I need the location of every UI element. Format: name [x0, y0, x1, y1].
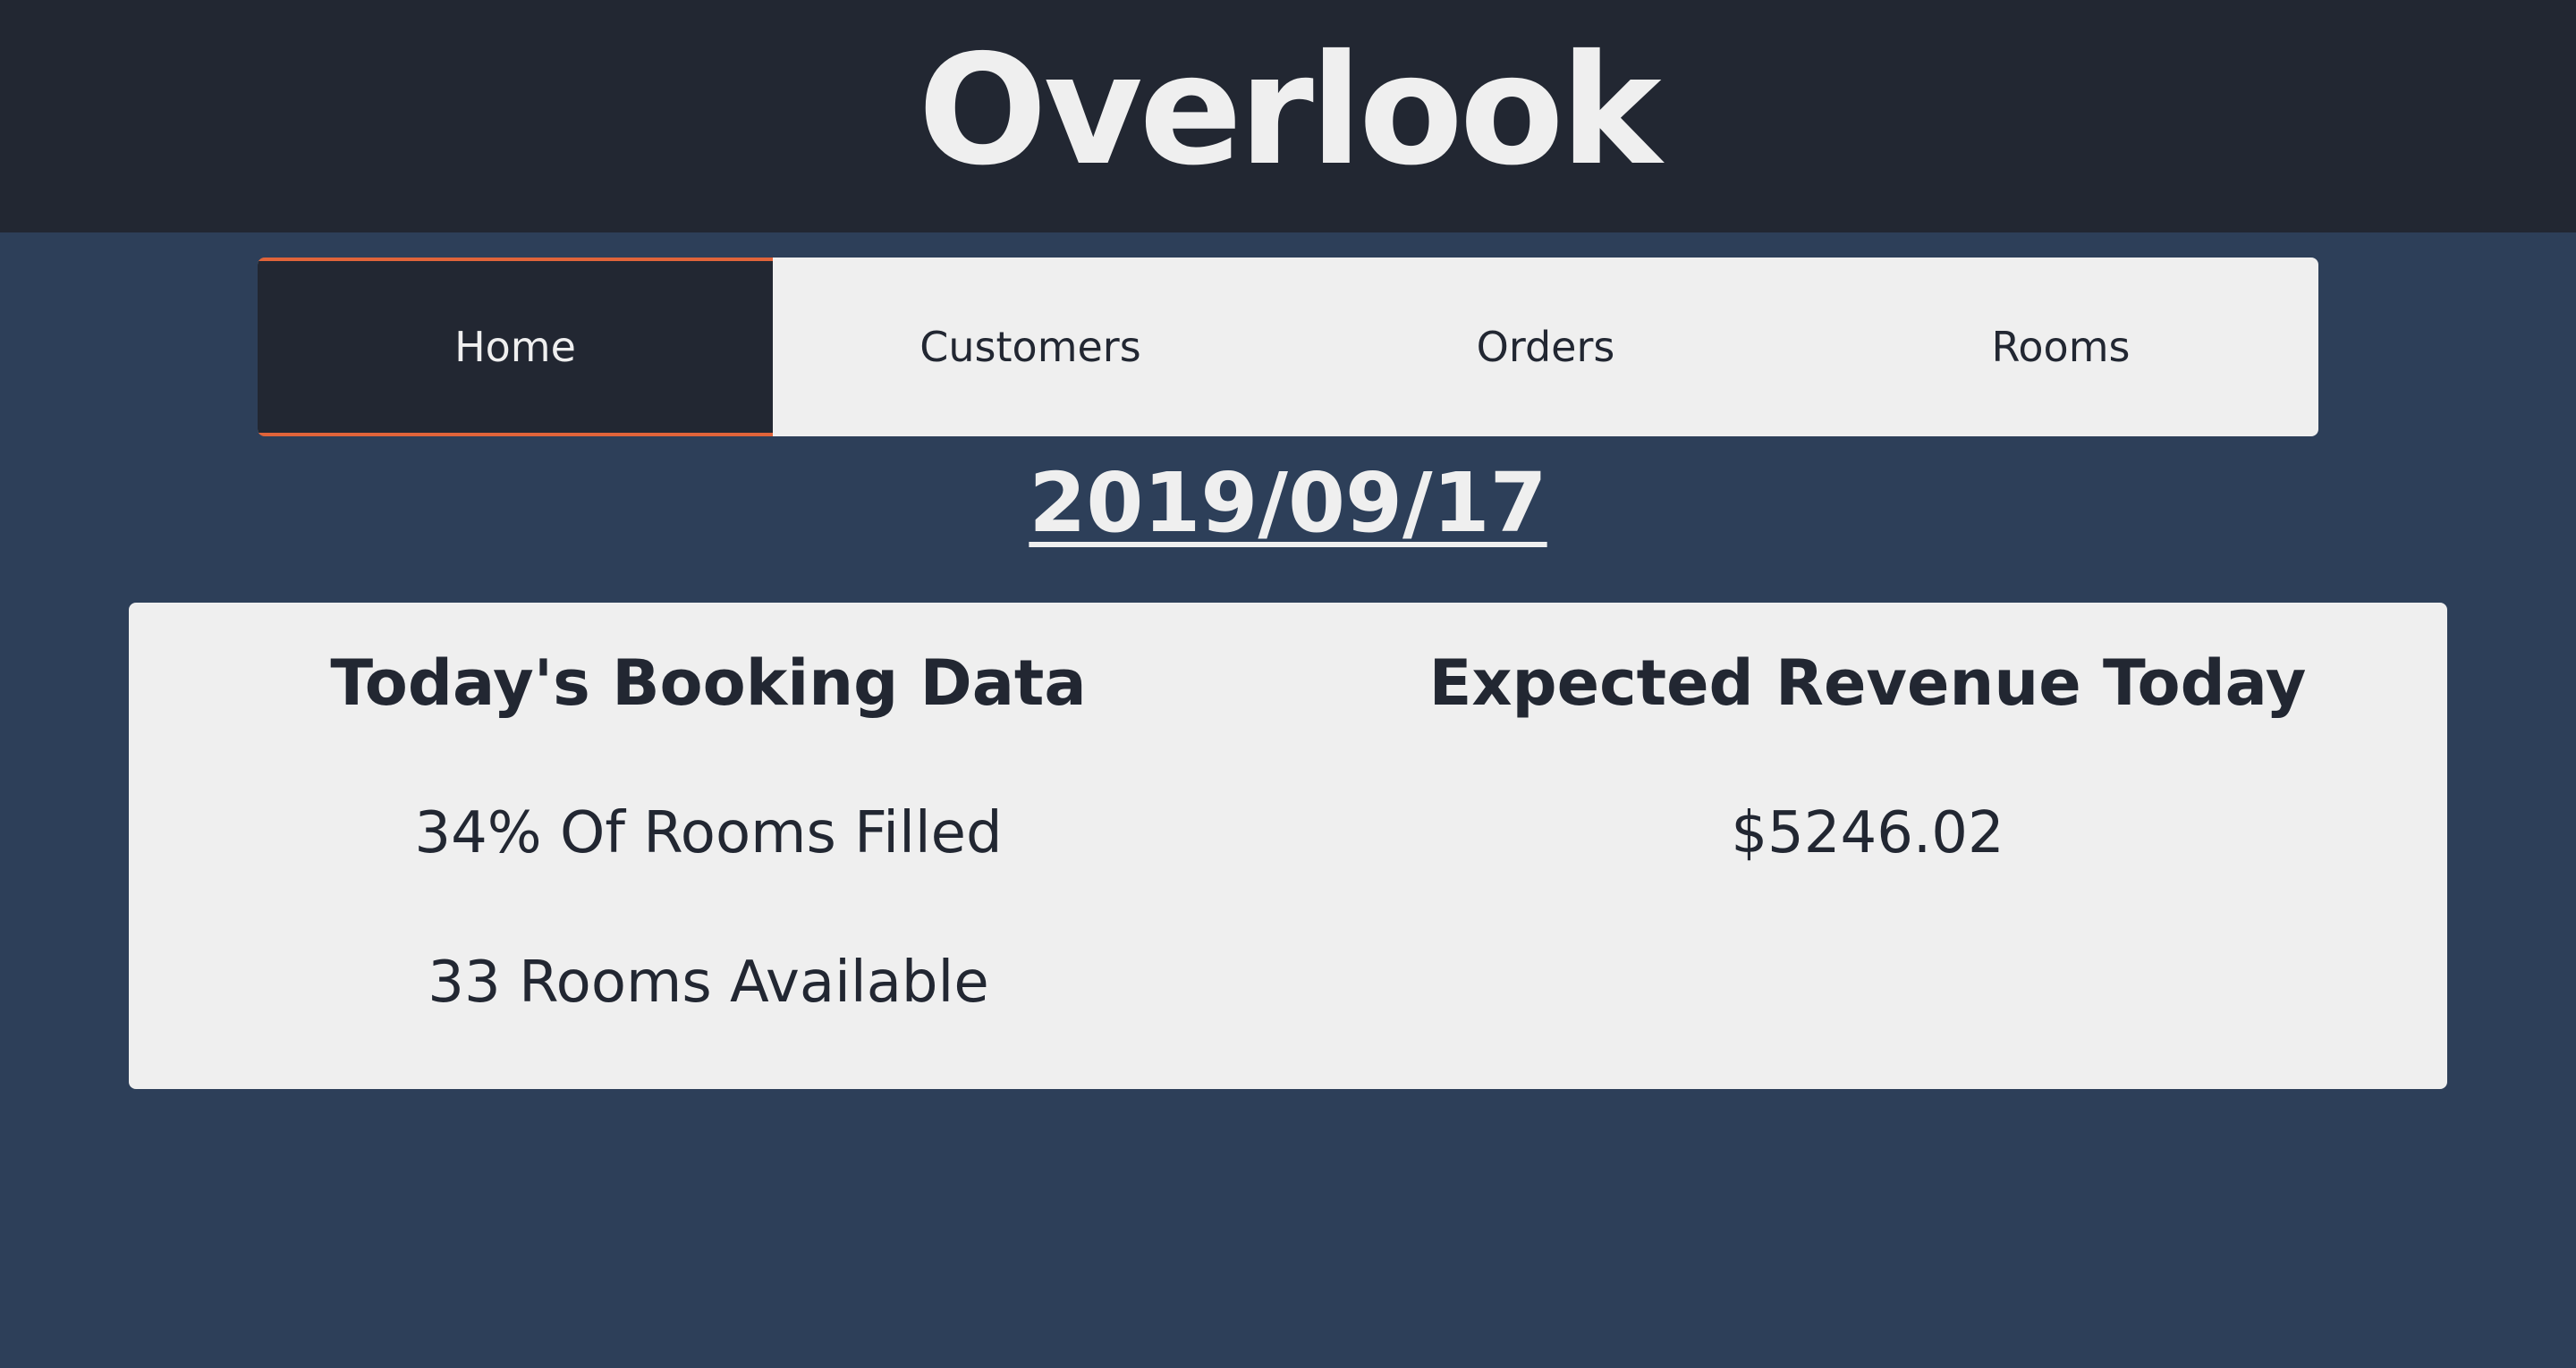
- app-title: Overlook: [918, 22, 1661, 199]
- app-header: Overlook: [0, 0, 2576, 232]
- rooms-available-stat: 33 Rooms Available: [428, 949, 989, 1016]
- revenue-amount: $5246.02: [1731, 800, 2004, 866]
- tab-customers-label: Customers: [919, 323, 1141, 371]
- tab-home[interactable]: Home: [258, 258, 773, 436]
- rooms-filled-stat: 34% Of Rooms Filled: [414, 800, 1003, 866]
- tab-orders-label: Orders: [1476, 323, 1615, 371]
- dashboard-panel: Today's Booking Data 34% Of Rooms Filled…: [129, 603, 2447, 1089]
- tab-customers[interactable]: Customers: [773, 258, 1288, 436]
- current-date-text: 2019/09/17: [1029, 455, 1547, 551]
- current-date: 2019/09/17: [0, 458, 2576, 548]
- revenue-section: Expected Revenue Today $5246.02: [1288, 603, 2447, 1089]
- booking-data-section: Today's Booking Data 34% Of Rooms Filled…: [129, 603, 1288, 1089]
- main-nav-tabs: Home Customers Orders Rooms: [258, 258, 2318, 436]
- booking-data-heading: Today's Booking Data: [330, 646, 1087, 720]
- revenue-heading: Expected Revenue Today: [1428, 646, 2307, 720]
- tab-home-label: Home: [454, 323, 576, 371]
- tab-rooms[interactable]: Rooms: [1803, 258, 2318, 436]
- tab-orders[interactable]: Orders: [1288, 258, 1803, 436]
- tab-rooms-label: Rooms: [1991, 323, 2131, 371]
